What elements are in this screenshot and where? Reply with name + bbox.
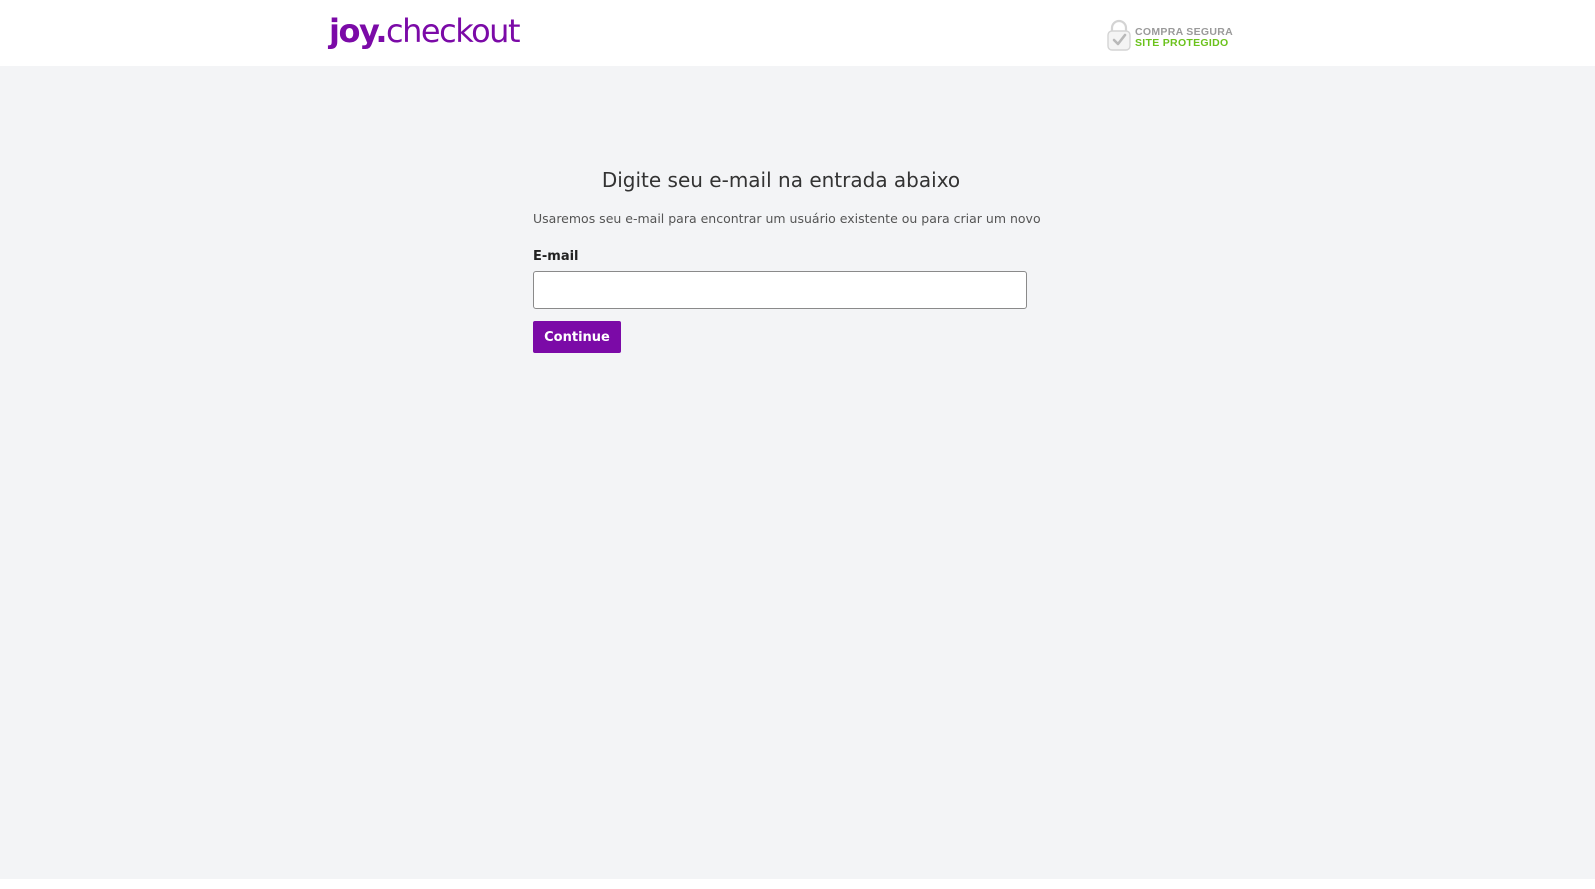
page-title: Digite seu e-mail na entrada abaixo xyxy=(601,168,961,192)
logo-dot-text: . xyxy=(375,12,387,50)
email-input[interactable] xyxy=(533,271,1027,309)
email-label: E-mail xyxy=(533,249,579,264)
logo-joy-text: joy xyxy=(329,12,377,50)
top-header: joy.checkout COMPRA SEGURA SITE PROTEGID… xyxy=(0,0,1595,66)
email-entry-form: Digite seu e-mail na entrada abaixo Usar… xyxy=(533,160,1041,353)
lock-check-icon xyxy=(1106,19,1132,51)
secure-purchase-seal: COMPRA SEGURA SITE PROTEGIDO xyxy=(1106,19,1233,51)
continue-button[interactable]: Continue xyxy=(533,321,621,353)
bottom-edge xyxy=(0,879,1595,889)
seal-line-site-protegido: SITE PROTEGIDO xyxy=(1135,37,1229,49)
seal-text: COMPRA SEGURA SITE PROTEGIDO xyxy=(1135,27,1233,49)
logo-checkout-text: checkout xyxy=(386,12,520,50)
page-subtitle: Usaremos seu e-mail para encontrar um us… xyxy=(533,211,1041,226)
joycheckout-logo[interactable]: joy.checkout xyxy=(329,8,520,54)
